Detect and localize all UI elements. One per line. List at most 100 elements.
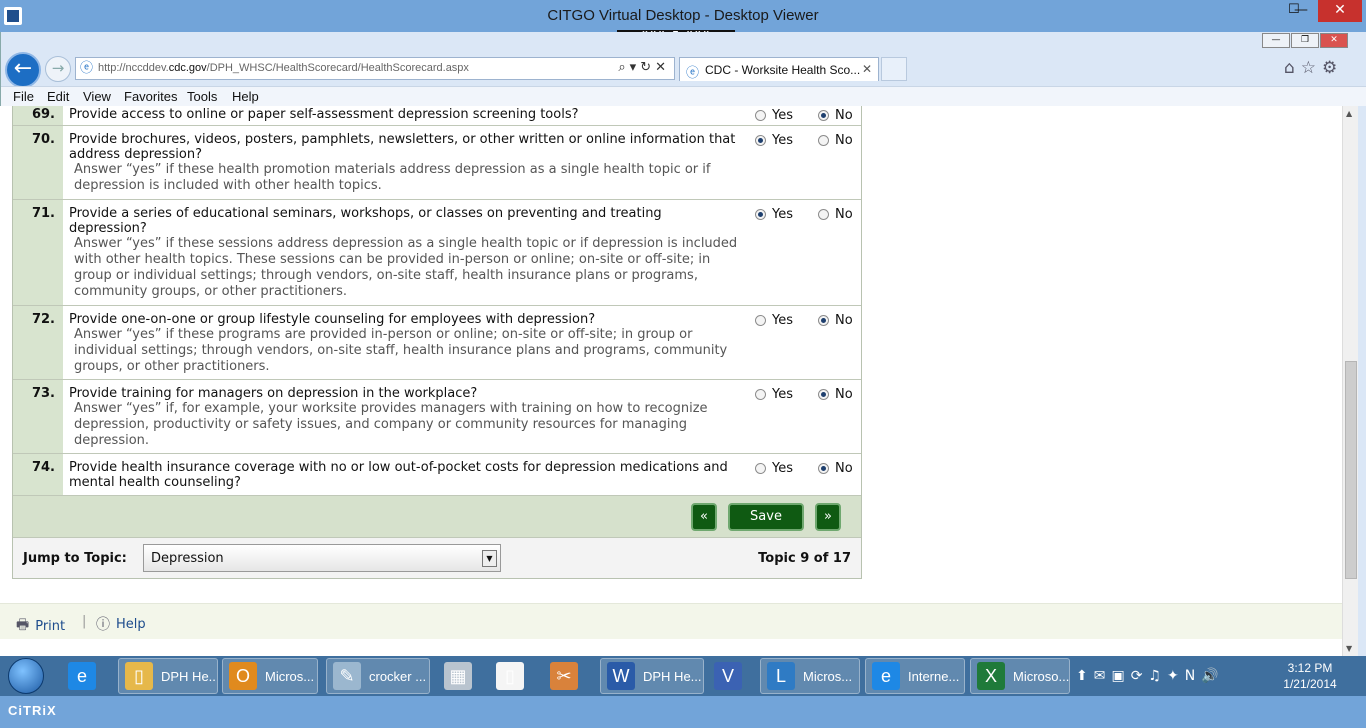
topic-select-value: Depression bbox=[151, 551, 224, 566]
answer-no-radio[interactable]: No bbox=[818, 461, 853, 476]
taskbar-item[interactable]: O Micros... bbox=[222, 658, 318, 694]
question-body: Provide health insurance coverage with n… bbox=[63, 454, 739, 495]
dropdown-arrow-icon[interactable]: ▼ bbox=[482, 550, 497, 567]
answer-no-radio[interactable]: No bbox=[818, 108, 853, 123]
menu-bar: File Edit View Favorites Tools Help bbox=[1, 86, 1366, 106]
previous-topic-button[interactable]: « bbox=[691, 503, 717, 531]
radio-yes-icon[interactable] bbox=[755, 463, 766, 474]
taskbar-item[interactable]: e bbox=[62, 658, 114, 694]
answer-no-radio[interactable]: No bbox=[818, 313, 853, 328]
answer-no-radio[interactable]: No bbox=[818, 133, 853, 148]
answer-yes-radio[interactable]: Yes bbox=[755, 207, 793, 222]
menu-favorites[interactable]: Favorites bbox=[124, 89, 177, 104]
next-topic-button[interactable]: » bbox=[815, 503, 841, 531]
help-link[interactable]: ⓘ Help bbox=[96, 614, 146, 634]
start-button[interactable] bbox=[8, 658, 44, 694]
answer-no-radio[interactable]: No bbox=[818, 387, 853, 402]
clock-time: 3:12 PM bbox=[1287, 661, 1333, 675]
taskbar-item[interactable]: ✎ crocker ... bbox=[326, 658, 430, 694]
menu-tools[interactable]: Tools bbox=[187, 89, 217, 104]
radio-no-icon[interactable] bbox=[818, 463, 829, 474]
taskbar-item[interactable]: e Interne... bbox=[865, 658, 965, 694]
browser-minimize-button[interactable]: — bbox=[1262, 33, 1290, 48]
question-row: 69. Provide access to online or paper sel… bbox=[13, 106, 861, 126]
radio-no-icon[interactable] bbox=[818, 389, 829, 400]
forward-button[interactable]: → bbox=[45, 56, 71, 82]
question-row: 74. Provide health insurance coverage wit… bbox=[13, 454, 861, 496]
excel-icon: X bbox=[977, 662, 1005, 690]
scroll-up-icon[interactable]: ▲ bbox=[1346, 109, 1352, 118]
answer-yes-radio[interactable]: Yes bbox=[755, 108, 793, 123]
lync-icon: L bbox=[767, 662, 795, 690]
answer-yes-radio[interactable]: Yes bbox=[755, 133, 793, 148]
jump-to-topic-row: Jump to Topic: Depression ▼ Topic 9 of 1… bbox=[13, 538, 861, 578]
taskbar-item-label: Interne... bbox=[908, 668, 960, 684]
scrollbar-thumb[interactable] bbox=[1345, 361, 1357, 579]
question-row: 70. Provide brochures, videos, posters, p… bbox=[13, 126, 861, 200]
radio-yes-icon[interactable] bbox=[755, 110, 766, 121]
radio-no-icon[interactable] bbox=[818, 209, 829, 220]
scroll-down-icon[interactable]: ▼ bbox=[1346, 644, 1352, 653]
taskbar-item[interactable]: V bbox=[708, 658, 756, 694]
radio-yes-icon[interactable] bbox=[755, 135, 766, 146]
taskbar-item[interactable]: X Microso... bbox=[970, 658, 1070, 694]
menu-file[interactable]: File bbox=[13, 89, 34, 104]
menu-edit[interactable]: Edit bbox=[47, 89, 69, 104]
radio-no-icon[interactable] bbox=[818, 135, 829, 146]
radio-no-icon[interactable] bbox=[818, 110, 829, 121]
taskbar-item[interactable]: ▯ DPH He... bbox=[118, 658, 218, 694]
menu-help[interactable]: Help bbox=[232, 89, 259, 104]
question-number: 71. bbox=[13, 200, 63, 305]
tab-label: CDC - Worksite Health Sco... bbox=[705, 63, 861, 77]
close-button[interactable]: ✕ bbox=[1318, 0, 1362, 22]
vertical-scrollbar[interactable]: ▲ ▼ bbox=[1342, 106, 1358, 656]
taskbar-item[interactable]: W DPH He... bbox=[600, 658, 704, 694]
question-text: Provide access to online or paper self-a… bbox=[69, 107, 579, 122]
taskbar-item[interactable]: L Micros... bbox=[760, 658, 860, 694]
tab-close-icon[interactable]: ✕ bbox=[862, 62, 872, 76]
back-button[interactable]: ← bbox=[5, 52, 41, 88]
question-number: 73. bbox=[13, 380, 63, 453]
question-list: 69. Provide access to online or paper sel… bbox=[13, 106, 861, 496]
question-body: Provide training for managers on depress… bbox=[63, 380, 739, 453]
question-hint: Answer “yes” if these programs are provi… bbox=[74, 327, 728, 374]
browser-window-buttons: — ❐ ✕ bbox=[1261, 33, 1348, 48]
print-label: Print bbox=[35, 618, 66, 634]
radio-yes-icon[interactable] bbox=[755, 315, 766, 326]
answer-no-radio[interactable]: No bbox=[818, 207, 853, 222]
browser-restore-button[interactable]: ❐ bbox=[1291, 33, 1319, 48]
topic-select[interactable]: Depression ▼ bbox=[143, 544, 501, 572]
print-link[interactable]: 🖶 Print bbox=[16, 614, 65, 638]
radio-yes-icon[interactable] bbox=[755, 209, 766, 220]
tab-cdc-worksite[interactable]: ⓔ CDC - Worksite Health Sco... ✕ bbox=[679, 57, 879, 81]
yes-label: Yes bbox=[772, 461, 793, 476]
menu-view[interactable]: View bbox=[83, 89, 111, 104]
taskbar-item-label: Micros... bbox=[803, 668, 853, 684]
no-label: No bbox=[835, 108, 853, 123]
answer-options: Yes No bbox=[739, 106, 861, 125]
system-tray-icons[interactable]: ⬆✉▣⟳♫✦N🔊 bbox=[1076, 668, 1225, 684]
taskbar-item[interactable]: ▯ bbox=[490, 658, 536, 694]
question-hint: Answer “yes” if, for example, your works… bbox=[74, 401, 708, 448]
save-button[interactable]: Save bbox=[728, 503, 804, 531]
answer-yes-radio[interactable]: Yes bbox=[755, 387, 793, 402]
home-favorites-settings-icons[interactable]: ⌂☆⚙ bbox=[1284, 58, 1343, 78]
browser-close-button[interactable]: ✕ bbox=[1320, 33, 1348, 48]
question-text: Provide a series of educational seminars… bbox=[69, 206, 662, 236]
citrix-logo: CiTRiX bbox=[8, 703, 57, 718]
answer-options: Yes No bbox=[739, 126, 861, 199]
clock[interactable]: 3:12 PM 1/21/2014 bbox=[1270, 660, 1350, 692]
answer-yes-radio[interactable]: Yes bbox=[755, 313, 793, 328]
question-text: Provide training for managers on depress… bbox=[69, 386, 478, 401]
answer-yes-radio[interactable]: Yes bbox=[755, 461, 793, 476]
taskbar-item[interactable]: ✂ bbox=[544, 658, 596, 694]
address-tools-icons[interactable]: ⌕▾↻✕ bbox=[618, 60, 670, 75]
restore-button[interactable]: ☐ bbox=[1288, 2, 1314, 17]
taskbar-item[interactable]: ▦ bbox=[438, 658, 478, 694]
radio-no-icon[interactable] bbox=[818, 315, 829, 326]
radio-yes-icon[interactable] bbox=[755, 389, 766, 400]
question-number: 70. bbox=[13, 126, 63, 199]
address-bar[interactable]: ⓔ http://nccddev.cdc.gov/DPH_WHSC/Health… bbox=[75, 57, 675, 80]
desktop-viewer-titlebar: CITGO Virtual Desktop - Desktop Viewer —… bbox=[0, 0, 1366, 32]
new-tab-button[interactable] bbox=[881, 57, 907, 81]
